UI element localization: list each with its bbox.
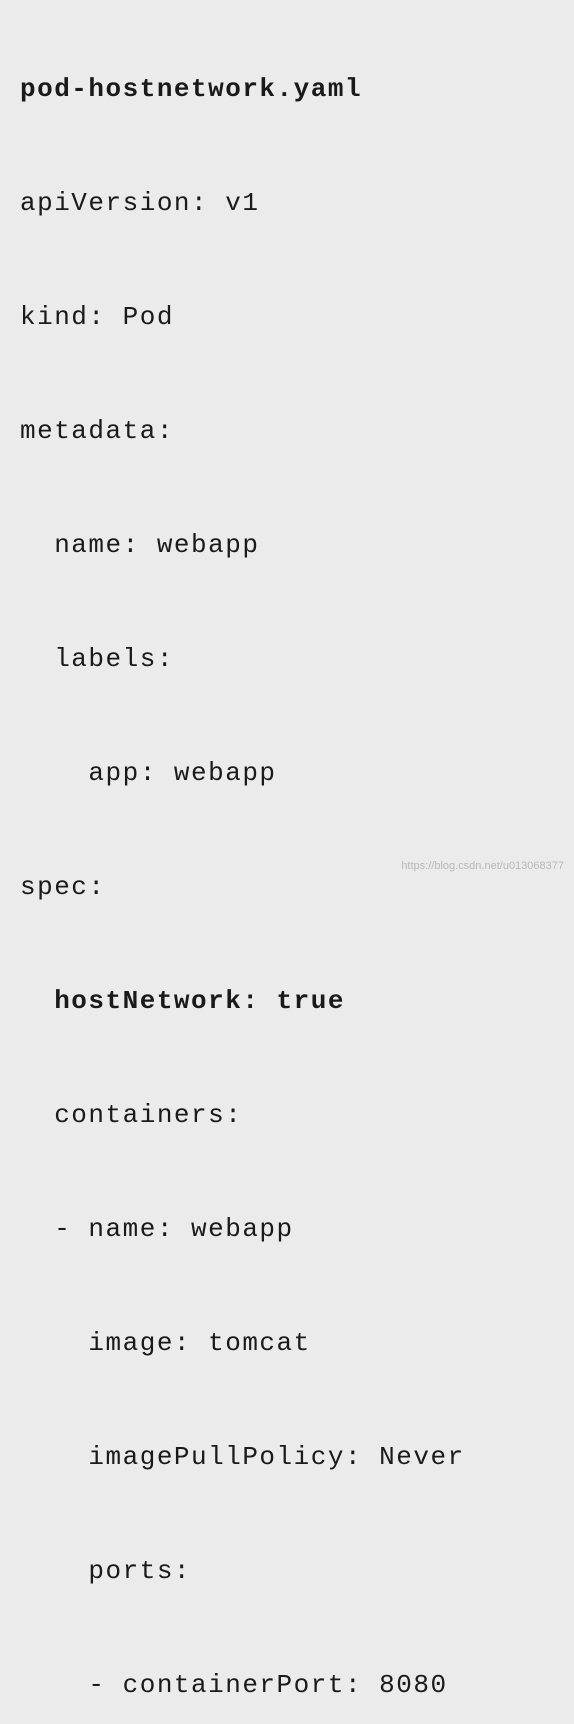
yaml-line-image: image: tomcat xyxy=(20,1330,554,1356)
yaml-line-container-name: - name: webapp xyxy=(20,1216,554,1242)
yaml-line-meta-name: name: webapp xyxy=(20,532,554,558)
yaml-line-labels: labels: xyxy=(20,646,554,672)
yaml-line-containers: containers: xyxy=(20,1102,554,1128)
yaml-line-ports: ports: xyxy=(20,1558,554,1584)
yaml-line-apiversion: apiVersion: v1 xyxy=(20,190,554,216)
yaml-line-hostnetwork: hostNetwork: true xyxy=(20,988,554,1014)
yaml-code-block: pod-hostnetwork.yaml apiVersion: v1 kind… xyxy=(20,24,554,1724)
yaml-line-spec: spec: xyxy=(20,874,554,900)
yaml-line-label-app: app: webapp xyxy=(20,760,554,786)
file-title: pod-hostnetwork.yaml xyxy=(20,76,554,102)
yaml-line-imagepullpolicy: imagePullPolicy: Never xyxy=(20,1444,554,1470)
watermark-text: https://blog.csdn.net/u013068377 xyxy=(401,861,564,872)
yaml-line-kind: kind: Pod xyxy=(20,304,554,330)
yaml-line-metadata: metadata: xyxy=(20,418,554,444)
yaml-line-containerport: - containerPort: 8080 xyxy=(20,1672,554,1698)
